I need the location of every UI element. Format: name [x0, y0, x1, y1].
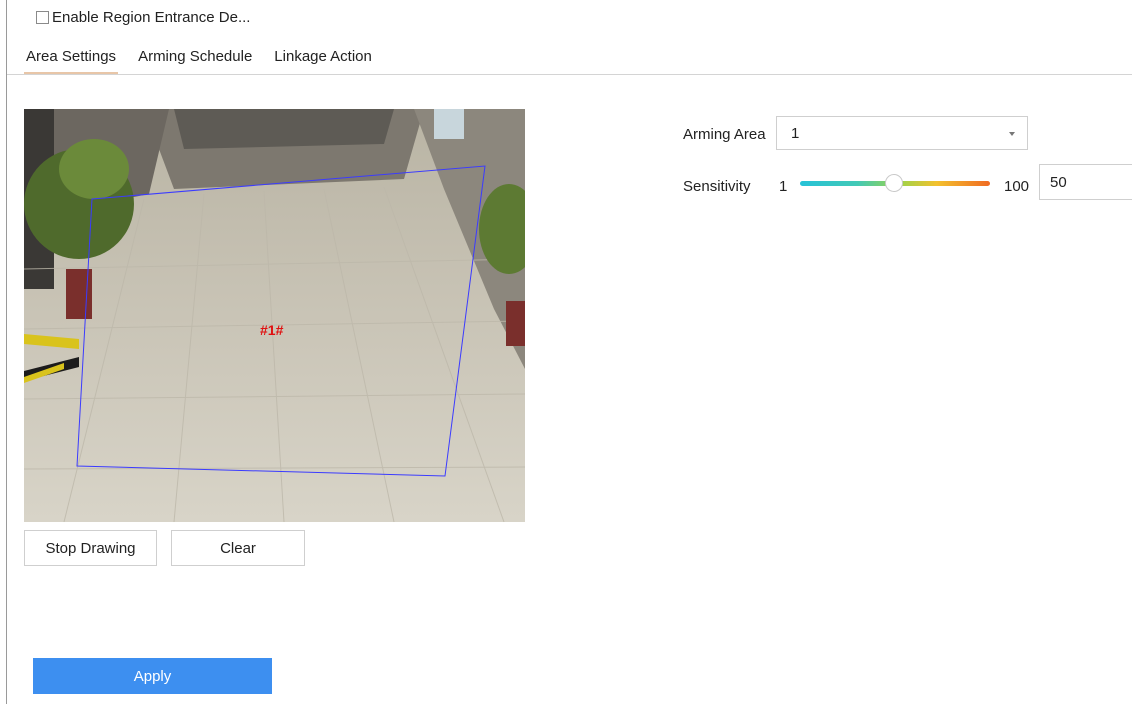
camera-image: #1# [24, 109, 525, 522]
tab-bar: Area Settings Arming Schedule Linkage Ac… [23, 46, 394, 74]
frame-border [6, 0, 7, 704]
tab-linkage-action[interactable]: Linkage Action [274, 46, 372, 74]
arming-area-select[interactable]: 1 [776, 116, 1028, 150]
tab-area-settings[interactable]: Area Settings [23, 46, 119, 74]
sensitivity-label: Sensitivity [683, 178, 751, 195]
tab-divider [7, 74, 1132, 75]
tab-arming-schedule[interactable]: Arming Schedule [138, 46, 252, 74]
camera-preview[interactable]: #1# [24, 109, 525, 522]
enable-checkbox[interactable] [36, 10, 49, 24]
arming-area-value: 1 [791, 124, 800, 142]
enable-region-entrance-checkbox-row[interactable]: Enable Region Entrance De... [36, 7, 250, 27]
enable-label: Enable Region Entrance De... [52, 8, 251, 26]
stop-drawing-button[interactable]: Stop Drawing [24, 530, 157, 566]
sensitivity-min: 1 [779, 178, 788, 195]
clear-button[interactable]: Clear [171, 530, 305, 566]
sensitivity-max: 100 [1004, 178, 1030, 195]
sensitivity-input[interactable] [1039, 164, 1132, 200]
sensitivity-slider[interactable] [800, 174, 990, 192]
chevron-down-icon [1009, 132, 1015, 136]
region-label: #1# [260, 322, 284, 338]
apply-button[interactable]: Apply [33, 658, 272, 694]
arming-area-label: Arming Area [683, 126, 766, 143]
sensitivity-slider-handle[interactable] [885, 174, 904, 192]
